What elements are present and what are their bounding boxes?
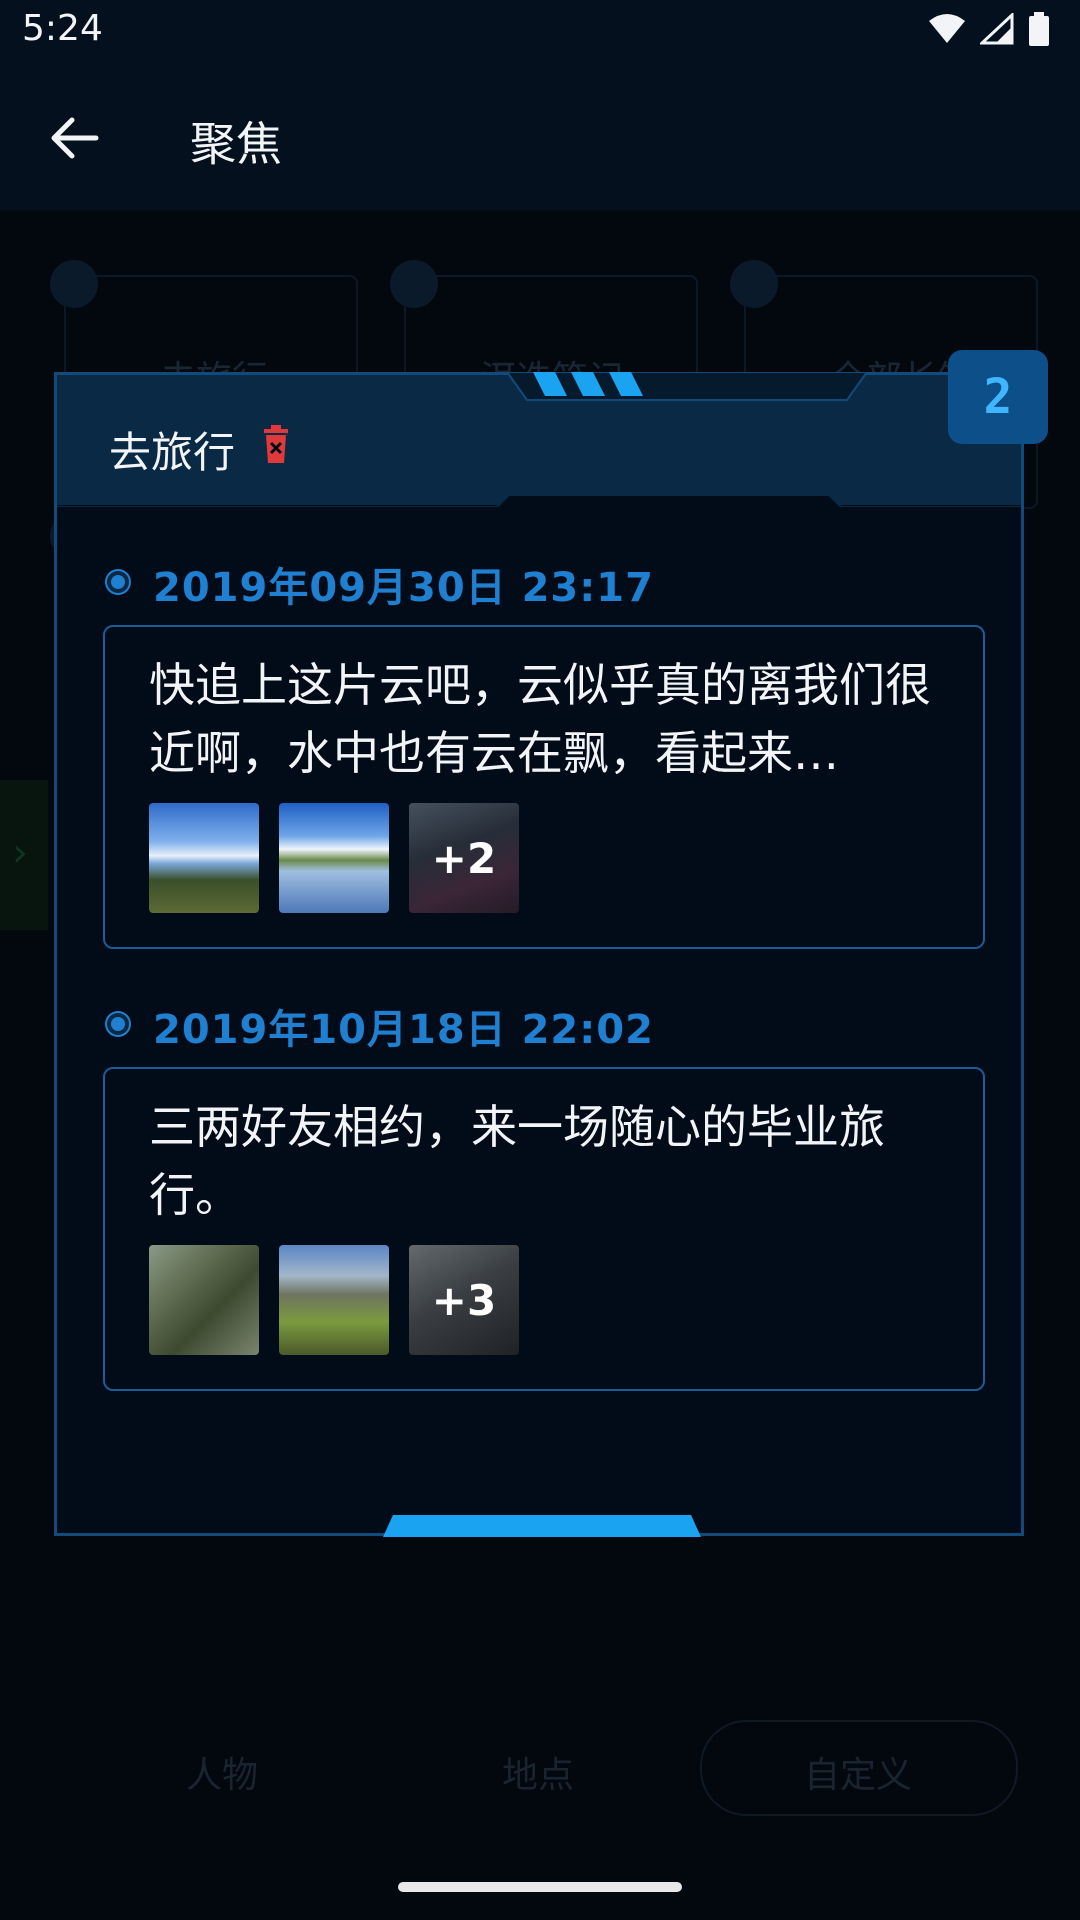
back-arrow-icon[interactable] [46, 110, 102, 166]
app-bar: 聚焦 [0, 64, 1080, 210]
focus-dialog: 去旅行 2019年09月30日 23:17 快追上这片云吧，云似乎真的离我们很近… [54, 372, 1024, 1537]
header-bottom-edge [57, 494, 1021, 507]
entry-thumbnails: +2 [149, 803, 519, 913]
home-indicator[interactable] [398, 1882, 682, 1892]
header-decoration [507, 372, 867, 401]
entry-text: 三两好友相约，来一场随心的毕业旅行。 [149, 1100, 885, 1222]
tag-icon [730, 260, 778, 308]
entry-date: 2019年10月18日 22:02 [153, 1007, 654, 1053]
more-photos-count: +2 [409, 803, 519, 913]
photo-thumbnail-more[interactable]: +3 [409, 1245, 519, 1355]
entry-thumbnails: +3 [149, 1245, 519, 1355]
timeline-dot [111, 575, 125, 589]
entry-text: 快追上这片云吧，云似乎真的离我们很近啊，水中也有云在飘，看起来… [149, 658, 931, 780]
status-icons [928, 12, 1050, 46]
status-bar: 5:24 [0, 0, 1080, 64]
side-expand-handle: › [0, 780, 48, 930]
page-title: 聚焦 [190, 117, 282, 171]
photo-thumbnail[interactable] [279, 1245, 389, 1355]
cellular-signal-icon [980, 13, 1014, 45]
chevron-right-icon: › [12, 830, 28, 876]
photo-thumbnail[interactable] [149, 803, 259, 913]
entry-date: 2019年09月30日 23:17 [153, 565, 654, 611]
entry-count-badge: 2 [948, 350, 1048, 444]
entry-card[interactable]: 快追上这片云吧，云似乎真的离我们很近啊，水中也有云在飘，看起来… +2 [103, 625, 985, 949]
timeline-dot [111, 1017, 125, 1031]
tab-people: 人物 [186, 1755, 259, 1796]
photo-thumbnail-more[interactable]: +2 [409, 803, 519, 913]
battery-icon [1029, 12, 1049, 46]
more-photos-count: +3 [409, 1245, 519, 1355]
tag-icon [390, 260, 438, 308]
dialog-header: 去旅行 [57, 372, 1021, 507]
entry-card[interactable]: 三两好友相约，来一场随心的毕业旅行。 +3 [103, 1067, 985, 1391]
photo-thumbnail[interactable] [149, 1245, 259, 1355]
dialog-bottom-accent [383, 1515, 701, 1537]
status-time: 5:24 [22, 8, 103, 49]
tag-icon [50, 260, 98, 308]
background-tabs: 人物 地点 自定义 [0, 1720, 1080, 1820]
tab-places: 地点 [502, 1755, 575, 1796]
delete-trash-icon[interactable] [261, 425, 291, 465]
dialog-title: 去旅行 [109, 428, 236, 477]
wifi-icon [929, 14, 965, 43]
tab-custom: 自定义 [804, 1755, 913, 1796]
photo-thumbnail[interactable] [279, 803, 389, 913]
